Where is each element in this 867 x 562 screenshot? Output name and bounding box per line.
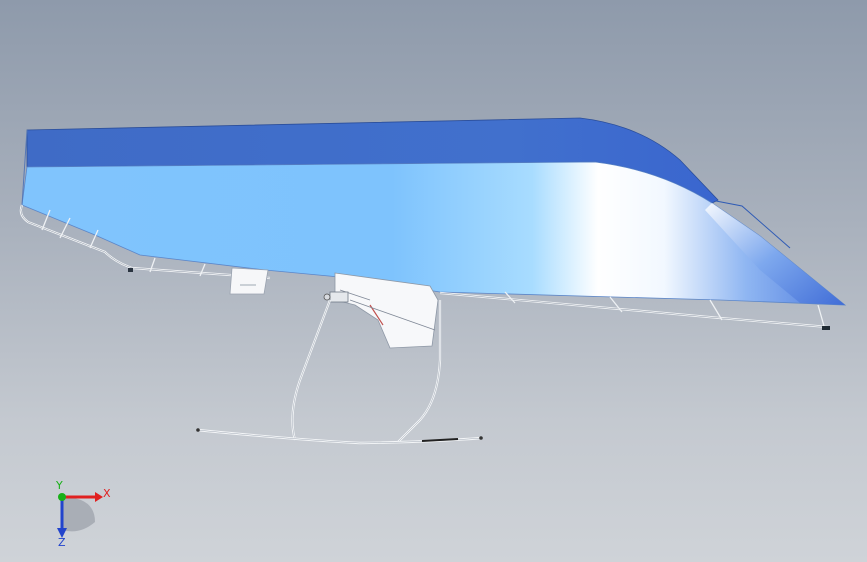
hull-side-surface bbox=[21, 161, 847, 306]
3d-viewport[interactable]: X Y Z bbox=[0, 0, 867, 562]
hydrofoil-strut-aft bbox=[291, 299, 332, 441]
strut-bracket bbox=[329, 291, 349, 303]
strut-pivot bbox=[323, 293, 331, 301]
stern-marker bbox=[128, 268, 133, 272]
triad-z-label: Z bbox=[58, 536, 66, 549]
triad-y-axis bbox=[58, 493, 66, 501]
hydrofoil-assembly[interactable] bbox=[196, 299, 483, 445]
triad-y-label: Y bbox=[55, 479, 63, 492]
triad-x-label: X bbox=[103, 487, 111, 500]
coordinate-triad[interactable]: X Y Z bbox=[55, 479, 111, 549]
triad-shadow bbox=[62, 497, 95, 532]
hydrofoil-wing bbox=[196, 428, 483, 445]
stern-fin bbox=[229, 267, 269, 295]
bow-marker bbox=[822, 326, 830, 330]
hull-model[interactable] bbox=[19, 117, 847, 349]
